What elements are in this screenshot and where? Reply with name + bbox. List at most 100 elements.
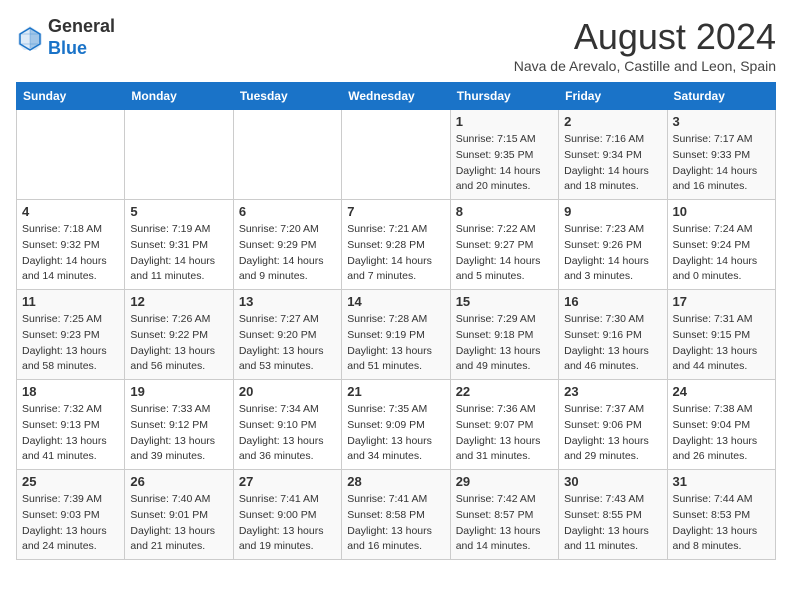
day-number: 14 (347, 294, 444, 309)
day-detail: Sunrise: 7:32 AM Sunset: 9:13 PM Dayligh… (22, 402, 119, 465)
weekday-header-wednesday: Wednesday (342, 83, 450, 110)
day-number: 31 (673, 474, 770, 489)
calendar-table: SundayMondayTuesdayWednesdayThursdayFrid… (16, 82, 776, 560)
logo-icon (16, 24, 44, 52)
calendar-cell: 13 Sunrise: 7:27 AM Sunset: 9:20 PM Dayli… (233, 290, 341, 380)
day-number: 21 (347, 384, 444, 399)
calendar-cell: 18 Sunrise: 7:32 AM Sunset: 9:13 PM Dayli… (17, 380, 125, 470)
day-detail: Sunrise: 7:31 AM Sunset: 9:15 PM Dayligh… (673, 312, 770, 375)
calendar-cell: 4Sunrise: 7:18 AM Sunset: 9:32 PM Daylig… (17, 200, 125, 290)
calendar-cell: 20Sunrise: 7:34 AM Sunset: 9:10 PM Dayli… (233, 380, 341, 470)
week-row-4: 18 Sunrise: 7:32 AM Sunset: 9:13 PM Dayli… (17, 380, 776, 470)
weekday-header-sunday: Sunday (17, 83, 125, 110)
title-block: August 2024 Nava de Arevalo, Castille an… (514, 16, 776, 74)
day-number: 1 (456, 114, 553, 129)
calendar-cell: 10Sunrise: 7:24 AM Sunset: 9:24 PM Dayli… (667, 200, 775, 290)
day-detail: Sunrise: 7:15 AM Sunset: 9:35 PM Dayligh… (456, 132, 553, 195)
weekday-header-thursday: Thursday (450, 83, 558, 110)
day-detail: Sunrise: 7:43 AM Sunset: 8:55 PM Dayligh… (564, 492, 661, 555)
day-detail: Sunrise: 7:23 AM Sunset: 9:26 PM Dayligh… (564, 222, 661, 285)
calendar-cell: 5Sunrise: 7:19 AM Sunset: 9:31 PM Daylig… (125, 200, 233, 290)
calendar-cell: 7 Sunrise: 7:21 AM Sunset: 9:28 PM Daylig… (342, 200, 450, 290)
week-row-1: 1 Sunrise: 7:15 AM Sunset: 9:35 PM Daylig… (17, 110, 776, 200)
weekday-header-friday: Friday (559, 83, 667, 110)
day-number: 7 (347, 204, 444, 219)
day-number: 29 (456, 474, 553, 489)
day-number: 8 (456, 204, 553, 219)
day-detail: Sunrise: 7:35 AM Sunset: 9:09 PM Dayligh… (347, 402, 444, 465)
page-header: General Blue August 2024 Nava de Arevalo… (16, 16, 776, 74)
calendar-cell: 3 Sunrise: 7:17 AM Sunset: 9:33 PM Daylig… (667, 110, 775, 200)
location-subtitle: Nava de Arevalo, Castille and Leon, Spai… (514, 58, 776, 74)
day-detail: Sunrise: 7:41 AM Sunset: 9:00 PM Dayligh… (239, 492, 336, 555)
day-number: 9 (564, 204, 661, 219)
day-detail: Sunrise: 7:25 AM Sunset: 9:23 PM Dayligh… (22, 312, 119, 375)
day-detail: Sunrise: 7:33 AM Sunset: 9:12 PM Dayligh… (130, 402, 227, 465)
calendar-cell: 22Sunrise: 7:36 AM Sunset: 9:07 PM Dayli… (450, 380, 558, 470)
day-number: 4 (22, 204, 119, 219)
day-detail: Sunrise: 7:20 AM Sunset: 9:29 PM Dayligh… (239, 222, 336, 285)
calendar-cell (125, 110, 233, 200)
calendar-cell: 9 Sunrise: 7:23 AM Sunset: 9:26 PM Daylig… (559, 200, 667, 290)
day-number: 30 (564, 474, 661, 489)
day-number: 25 (22, 474, 119, 489)
day-detail: Sunrise: 7:39 AM Sunset: 9:03 PM Dayligh… (22, 492, 119, 555)
day-number: 26 (130, 474, 227, 489)
day-number: 11 (22, 294, 119, 309)
week-row-3: 11 Sunrise: 7:25 AM Sunset: 9:23 PM Dayli… (17, 290, 776, 380)
weekday-header-tuesday: Tuesday (233, 83, 341, 110)
day-detail: Sunrise: 7:17 AM Sunset: 9:33 PM Dayligh… (673, 132, 770, 195)
day-detail: Sunrise: 7:24 AM Sunset: 9:24 PM Dayligh… (673, 222, 770, 285)
calendar-cell: 21 Sunrise: 7:35 AM Sunset: 9:09 PM Dayli… (342, 380, 450, 470)
calendar-cell: 29Sunrise: 7:42 AM Sunset: 8:57 PM Dayli… (450, 470, 558, 560)
day-detail: Sunrise: 7:29 AM Sunset: 9:18 PM Dayligh… (456, 312, 553, 375)
day-detail: Sunrise: 7:28 AM Sunset: 9:19 PM Dayligh… (347, 312, 444, 375)
calendar-cell: 12Sunrise: 7:26 AM Sunset: 9:22 PM Dayli… (125, 290, 233, 380)
day-number: 6 (239, 204, 336, 219)
week-row-5: 25 Sunrise: 7:39 AM Sunset: 9:03 PM Dayli… (17, 470, 776, 560)
calendar-cell: 27 Sunrise: 7:41 AM Sunset: 9:00 PM Dayli… (233, 470, 341, 560)
day-detail: Sunrise: 7:27 AM Sunset: 9:20 PM Dayligh… (239, 312, 336, 375)
calendar-cell (342, 110, 450, 200)
logo-general: General (48, 16, 115, 36)
calendar-cell: 6 Sunrise: 7:20 AM Sunset: 9:29 PM Daylig… (233, 200, 341, 290)
day-number: 3 (673, 114, 770, 129)
day-number: 16 (564, 294, 661, 309)
calendar-cell: 23 Sunrise: 7:37 AM Sunset: 9:06 PM Dayli… (559, 380, 667, 470)
calendar-cell: 30 Sunrise: 7:43 AM Sunset: 8:55 PM Dayli… (559, 470, 667, 560)
day-detail: Sunrise: 7:38 AM Sunset: 9:04 PM Dayligh… (673, 402, 770, 465)
day-detail: Sunrise: 7:22 AM Sunset: 9:27 PM Dayligh… (456, 222, 553, 285)
calendar-cell: 16 Sunrise: 7:30 AM Sunset: 9:16 PM Dayli… (559, 290, 667, 380)
calendar-cell: 31 Sunrise: 7:44 AM Sunset: 8:53 PM Dayli… (667, 470, 775, 560)
day-detail: Sunrise: 7:30 AM Sunset: 9:16 PM Dayligh… (564, 312, 661, 375)
calendar-cell: 24Sunrise: 7:38 AM Sunset: 9:04 PM Dayli… (667, 380, 775, 470)
day-number: 23 (564, 384, 661, 399)
week-row-2: 4Sunrise: 7:18 AM Sunset: 9:32 PM Daylig… (17, 200, 776, 290)
day-number: 18 (22, 384, 119, 399)
calendar-cell: 15 Sunrise: 7:29 AM Sunset: 9:18 PM Dayli… (450, 290, 558, 380)
weekday-header-monday: Monday (125, 83, 233, 110)
day-detail: Sunrise: 7:37 AM Sunset: 9:06 PM Dayligh… (564, 402, 661, 465)
logo-blue: Blue (48, 38, 87, 58)
day-detail: Sunrise: 7:21 AM Sunset: 9:28 PM Dayligh… (347, 222, 444, 285)
calendar-cell: 1 Sunrise: 7:15 AM Sunset: 9:35 PM Daylig… (450, 110, 558, 200)
calendar-cell: 25 Sunrise: 7:39 AM Sunset: 9:03 PM Dayli… (17, 470, 125, 560)
weekday-header-saturday: Saturday (667, 83, 775, 110)
logo-text: General Blue (48, 16, 115, 59)
calendar-cell: 19 Sunrise: 7:33 AM Sunset: 9:12 PM Dayli… (125, 380, 233, 470)
day-number: 13 (239, 294, 336, 309)
day-number: 5 (130, 204, 227, 219)
day-number: 20 (239, 384, 336, 399)
day-number: 27 (239, 474, 336, 489)
calendar-cell: 17 Sunrise: 7:31 AM Sunset: 9:15 PM Dayli… (667, 290, 775, 380)
day-number: 17 (673, 294, 770, 309)
day-number: 22 (456, 384, 553, 399)
calendar-cell (233, 110, 341, 200)
calendar-cell (17, 110, 125, 200)
calendar-cell: 2Sunrise: 7:16 AM Sunset: 9:34 PM Daylig… (559, 110, 667, 200)
day-detail: Sunrise: 7:16 AM Sunset: 9:34 PM Dayligh… (564, 132, 661, 195)
day-number: 15 (456, 294, 553, 309)
day-detail: Sunrise: 7:40 AM Sunset: 9:01 PM Dayligh… (130, 492, 227, 555)
day-number: 19 (130, 384, 227, 399)
day-detail: Sunrise: 7:44 AM Sunset: 8:53 PM Dayligh… (673, 492, 770, 555)
